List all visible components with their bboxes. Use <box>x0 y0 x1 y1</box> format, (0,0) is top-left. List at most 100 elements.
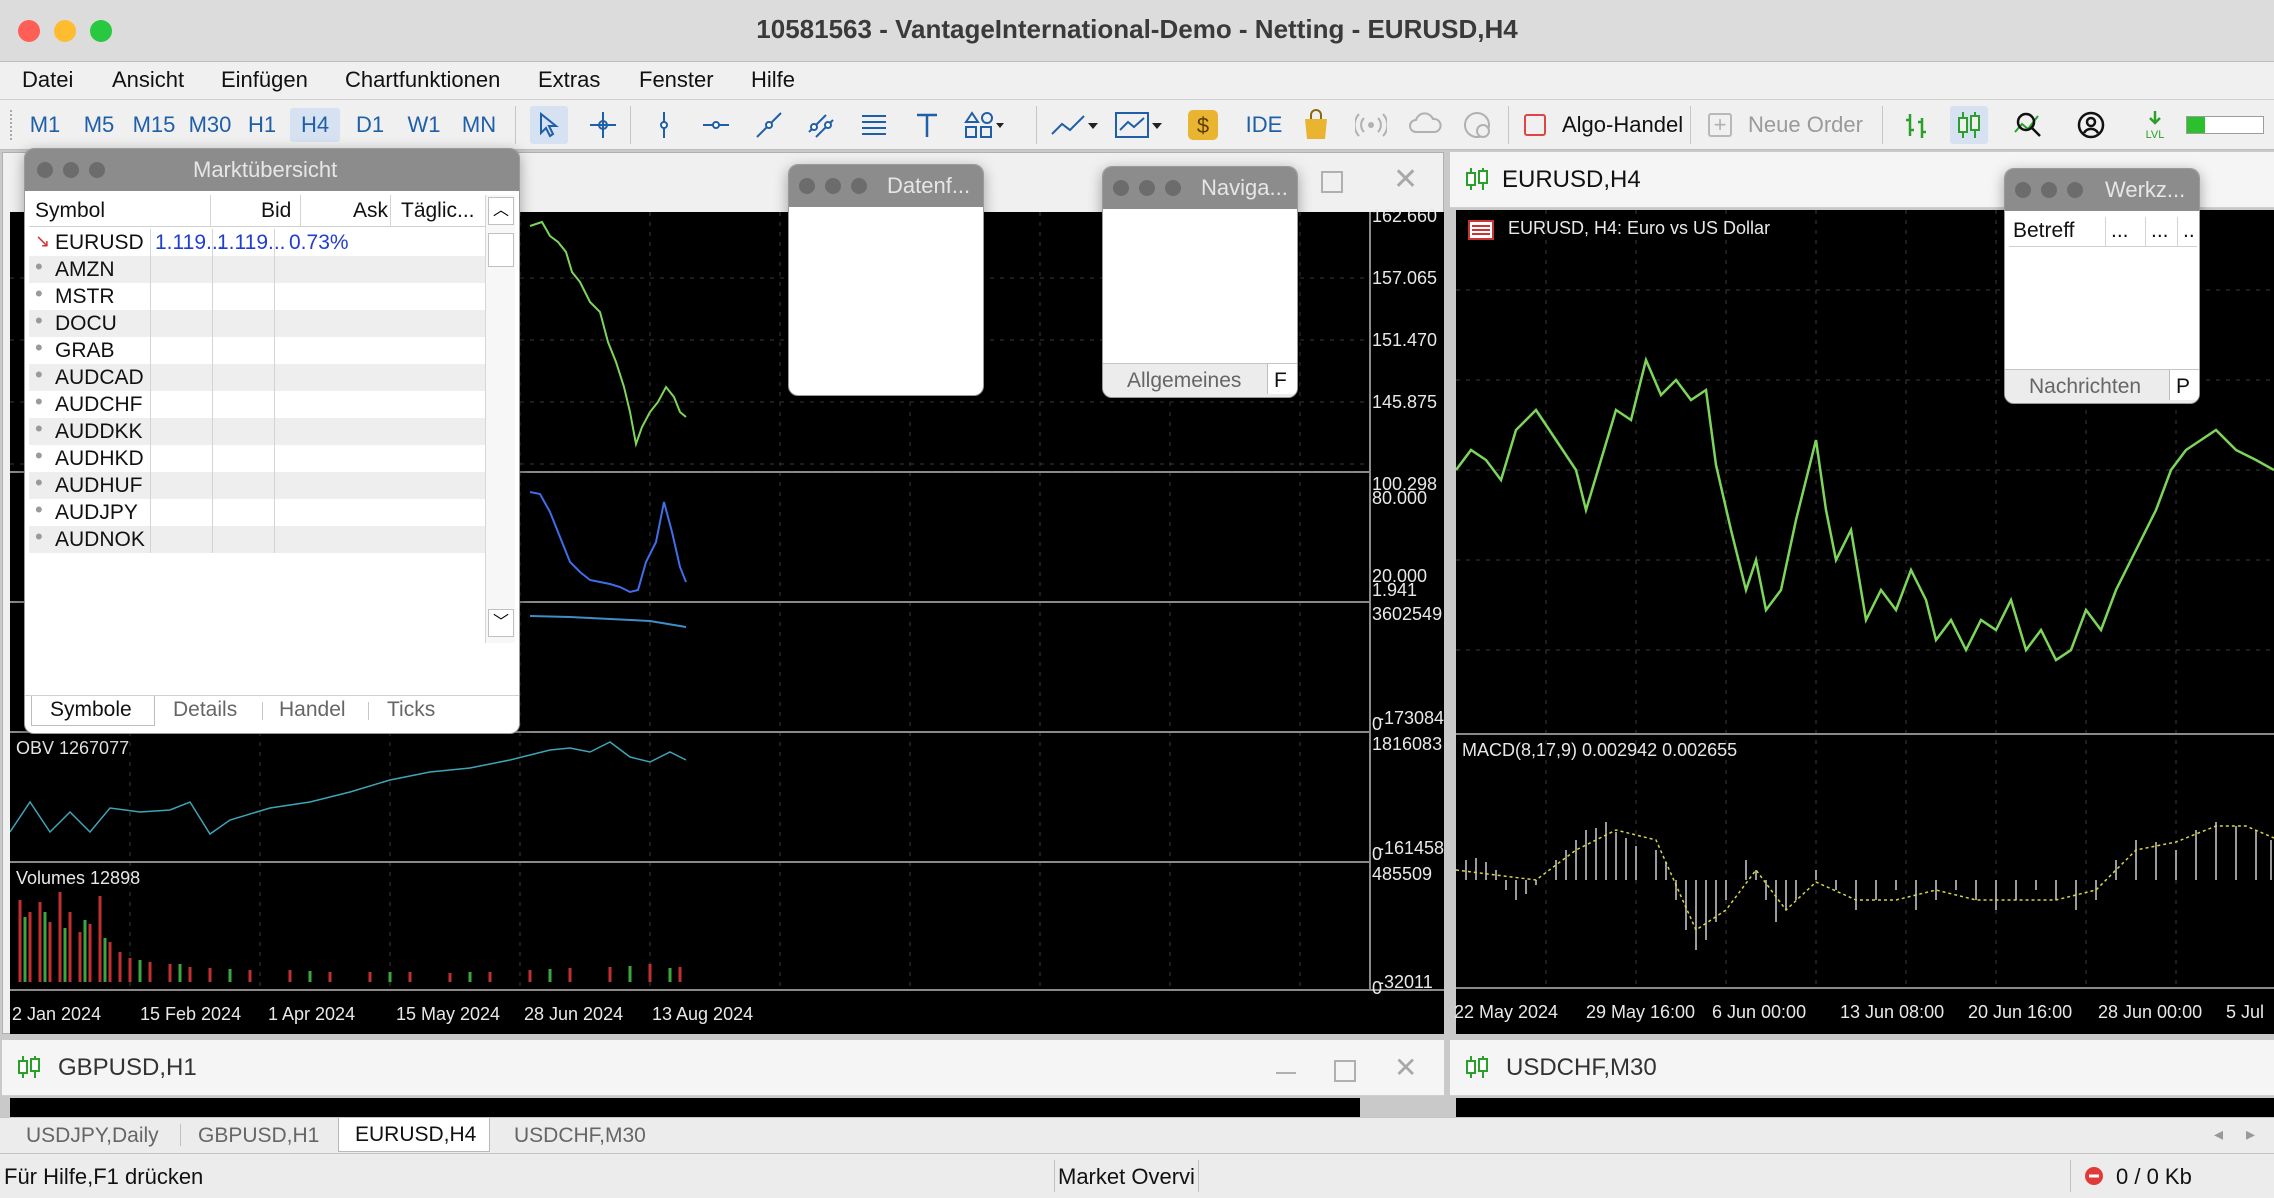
market-watch-row[interactable]: ↘ EURUSD 1.119... 1.119... 0.73% <box>29 229 485 256</box>
maximize-chart-button[interactable] <box>1321 171 1343 193</box>
market-watch-scrollbar[interactable]: ︿ ﹀ <box>485 195 515 643</box>
column-extra[interactable]: .. <box>2183 219 2195 243</box>
tab-nachrichten[interactable]: Nachrichten <box>2029 375 2141 399</box>
vertical-line-icon[interactable] <box>645 106 683 144</box>
market-watch-row[interactable]: • AUDDKK <box>29 416 485 445</box>
account-icon[interactable] <box>2072 106 2110 144</box>
close-window-button[interactable] <box>37 162 53 178</box>
chart-tab-usdjpy[interactable]: USDJPY,Daily <box>26 1124 159 1148</box>
ide-button[interactable]: IDE <box>1238 108 1290 142</box>
indicators-icon[interactable] <box>1048 106 1108 144</box>
timeframe-w1[interactable]: W1 <box>400 108 448 142</box>
zoom-window-button[interactable] <box>89 162 105 178</box>
dollar-icon[interactable]: $ <box>1184 106 1222 144</box>
scroll-up-button[interactable]: ︿ <box>488 197 514 225</box>
text-tool-icon[interactable] <box>908 106 946 144</box>
close-window-button[interactable] <box>1113 180 1129 196</box>
market-watch-row[interactable]: • MSTR <box>29 281 485 310</box>
candlestick-chart-icon[interactable] <box>1950 106 1988 144</box>
close-window-button[interactable] <box>2015 182 2031 198</box>
timeframe-h1[interactable]: H1 <box>240 108 284 142</box>
market-watch-row[interactable]: • AUDHKD <box>29 443 485 472</box>
toolbox-titlebar[interactable]: Werkz... <box>2005 169 2199 211</box>
new-order-button[interactable]: Neue Order <box>1748 112 1863 138</box>
algo-trading-button[interactable]: Algo-Handel <box>1562 112 1683 138</box>
market-watch-row[interactable]: • GRAB <box>29 335 485 364</box>
market-bag-icon[interactable] <box>1297 106 1335 144</box>
market-watch-row[interactable]: • AUDCAD <box>29 362 485 391</box>
trend-line-icon[interactable] <box>750 106 788 144</box>
menu-datei[interactable]: Datei <box>22 67 73 93</box>
algo-trading-status-icon[interactable] <box>1524 114 1546 136</box>
minimize-window-button[interactable] <box>63 162 79 178</box>
tab-details[interactable]: Details <box>173 698 237 722</box>
fibonacci-icon[interactable] <box>855 106 893 144</box>
maximize-chart-button[interactable] <box>1334 1060 1356 1082</box>
bar-chart-icon[interactable] <box>1898 106 1936 144</box>
level2-icon[interactable]: LVL <box>2136 106 2174 144</box>
crosshair-icon[interactable] <box>584 106 622 144</box>
chart-template-icon[interactable] <box>1112 106 1172 144</box>
status-profile[interactable]: Market Overvi <box>1058 1164 1198 1190</box>
tab-symbole[interactable]: Symbole <box>31 696 155 726</box>
shapes-icon[interactable] <box>960 106 1010 144</box>
tab-scroll-left-icon[interactable]: ◂ <box>2214 1124 2223 1145</box>
minimize-window-button[interactable] <box>2041 182 2057 198</box>
zoom-window-button[interactable] <box>2067 182 2083 198</box>
column-time[interactable]: ... <box>2151 219 2169 243</box>
chart-tab-usdchf[interactable]: USDCHF,M30 <box>514 1124 646 1148</box>
market-watch-row[interactable]: • AUDNOK <box>29 524 485 553</box>
menu-fenster[interactable]: Fenster <box>639 67 714 93</box>
navigator-titlebar[interactable]: Naviga... <box>1103 167 1297 209</box>
column-subject[interactable]: Betreff <box>2013 219 2074 243</box>
minimize-window-button[interactable] <box>825 178 841 194</box>
gbpusd-chart-canvas[interactable] <box>10 1098 1360 1117</box>
column-ask[interactable]: Ask <box>353 199 388 223</box>
scroll-thumb[interactable] <box>488 233 514 267</box>
minimize-window-button[interactable] <box>1139 180 1155 196</box>
tab-handel[interactable]: Handel <box>279 698 346 722</box>
usdchf-chart-canvas[interactable] <box>1456 1098 2274 1117</box>
market-watch-row[interactable]: • AMZN <box>29 254 485 283</box>
signals-icon[interactable] <box>1352 106 1390 144</box>
column-daily[interactable]: Täglic... <box>401 199 475 223</box>
tab-scroll-right-icon[interactable]: ▸ <box>2246 1124 2255 1145</box>
tab-ticks[interactable]: Ticks <box>387 698 435 722</box>
timeframe-h4[interactable]: H4 <box>290 108 340 142</box>
cloud-icon[interactable] <box>1406 106 1444 144</box>
menu-einfuegen[interactable]: Einfügen <box>221 67 308 93</box>
column-from[interactable]: ... <box>2111 219 2129 243</box>
horizontal-line-icon[interactable] <box>697 106 735 144</box>
close-chart-button[interactable]: ✕ <box>1394 1054 1417 1082</box>
market-watch-row[interactable]: • AUDHUF <box>29 470 485 499</box>
close-chart-button[interactable]: ✕ <box>1393 165 1418 195</box>
timeframe-mn[interactable]: MN <box>454 108 504 142</box>
timeframe-m30[interactable]: M30 <box>182 108 238 142</box>
tab-p[interactable]: P <box>2169 370 2199 400</box>
menu-chartfunktionen[interactable]: Chartfunktionen <box>345 67 500 93</box>
market-watch-row[interactable]: • DOCU <box>29 308 485 337</box>
timeframe-m15[interactable]: M15 <box>126 108 182 142</box>
data-window-titlebar[interactable]: Datenf... <box>789 165 983 207</box>
scroll-down-button[interactable]: ﹀ <box>488 609 514 637</box>
menu-ansicht[interactable]: Ansicht <box>112 67 184 93</box>
vps-icon[interactable] <box>1458 106 1496 144</box>
timeframe-m1[interactable]: M1 <box>20 108 70 142</box>
market-watch-row[interactable]: • AUDCHF <box>29 389 485 418</box>
column-symbol[interactable]: Symbol <box>35 199 105 223</box>
minimize-chart-button[interactable] <box>1276 1072 1296 1074</box>
search-icon[interactable] <box>2010 106 2048 144</box>
menu-extras[interactable]: Extras <box>538 67 600 93</box>
chart-tab-eurusd[interactable]: EURUSD,H4 <box>338 1118 490 1152</box>
tab-favorites[interactable]: F <box>1267 364 1297 394</box>
market-watch-row[interactable]: • AUDJPY <box>29 497 485 526</box>
close-window-button[interactable] <box>799 178 815 194</box>
tab-allgemeines[interactable]: Allgemeines <box>1127 369 1241 393</box>
timeframe-m5[interactable]: M5 <box>74 108 124 142</box>
chart-tab-gbpusd[interactable]: GBPUSD,H1 <box>198 1124 319 1148</box>
channel-icon[interactable] <box>802 106 840 144</box>
column-bid[interactable]: Bid <box>261 199 291 223</box>
zoom-window-button[interactable] <box>851 178 867 194</box>
timeframe-d1[interactable]: D1 <box>346 108 394 142</box>
zoom-window-button[interactable] <box>1165 180 1181 196</box>
